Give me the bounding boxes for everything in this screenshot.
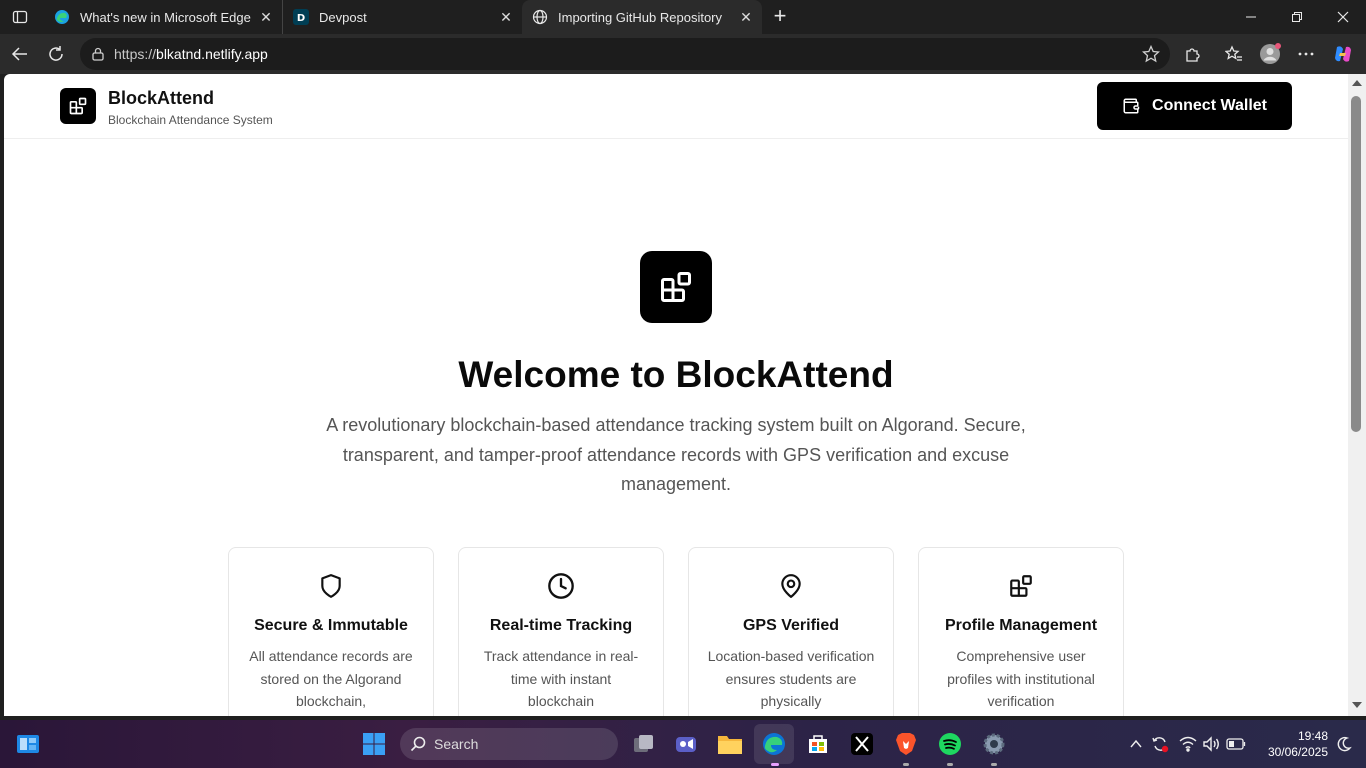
- svg-text:D: D: [297, 13, 305, 24]
- volume-icon[interactable]: [1201, 734, 1221, 754]
- tab-title: Devpost: [319, 9, 367, 25]
- feature-description: Comprehensive user profiles with institu…: [947, 648, 1095, 709]
- wallet-icon: [1122, 97, 1140, 115]
- browser-tab-active[interactable]: Importing GitHub Repository ✕: [522, 0, 762, 34]
- clock-time: 19:48: [1297, 729, 1328, 743]
- blocks-icon: [1007, 572, 1035, 600]
- active-indicator: [771, 763, 779, 766]
- hero-description: A revolutionary blockchain-based attenda…: [326, 415, 1026, 494]
- tab-title: What's new in Microsoft Edge: [80, 9, 251, 25]
- close-tab-icon[interactable]: ✕: [736, 7, 756, 27]
- more-options-icon[interactable]: [1294, 42, 1318, 66]
- minimize-icon[interactable]: [1228, 0, 1274, 34]
- feature-title: Real-time Tracking: [489, 617, 633, 634]
- running-indicator: [991, 763, 997, 766]
- widgets-icon[interactable]: [14, 730, 42, 758]
- feature-description: Track attendance in real-time with insta…: [483, 648, 639, 709]
- devpost-icon: D: [293, 9, 309, 25]
- microsoft-store-icon[interactable]: [804, 730, 832, 758]
- spotify-icon[interactable]: [936, 730, 964, 758]
- browser-toolbar: https://blkatnd.netlify.app: [0, 34, 1366, 74]
- brand-name[interactable]: BlockAttend: [108, 88, 214, 109]
- wifi-icon[interactable]: [1178, 734, 1198, 754]
- task-view-icon[interactable]: [629, 730, 657, 758]
- connect-wallet-label: Connect Wallet: [1152, 97, 1267, 114]
- scroll-up-icon[interactable]: [1352, 80, 1362, 86]
- restore-icon[interactable]: [1274, 0, 1320, 34]
- windows-taskbar: Search 19:48 30/06/2025: [0, 720, 1366, 768]
- show-hidden-icons-chevron-icon[interactable]: [1126, 734, 1146, 754]
- site-info-icon[interactable]: [90, 46, 106, 62]
- copilot-icon[interactable]: [1331, 42, 1355, 66]
- browser-tabstrip: What's new in Microsoft Edge ✕ D Devpost…: [0, 0, 1366, 34]
- meet-video-icon[interactable]: [672, 730, 700, 758]
- feature-title: Profile Management: [944, 617, 1098, 634]
- search-label: Search: [434, 736, 479, 752]
- x-twitter-icon[interactable]: [848, 730, 876, 758]
- scrollbar-thumb[interactable]: [1351, 96, 1361, 432]
- feature-description: Location-based verification ensures stud…: [707, 648, 875, 709]
- running-indicator: [903, 763, 909, 766]
- tab-title: Importing GitHub Repository: [558, 9, 723, 25]
- taskbar-search-input[interactable]: Search: [400, 728, 618, 760]
- feature-card-tracking: Real-time Tracking Track attendance in r…: [458, 547, 664, 716]
- extensions-icon[interactable]: [1181, 42, 1205, 66]
- feature-card-gps: GPS Verified Location-based verification…: [688, 547, 894, 716]
- hero-blocks-icon: [640, 251, 712, 323]
- page-scrollbar[interactable]: [1348, 74, 1366, 716]
- clock-icon: [547, 572, 575, 600]
- page-viewport: BlockAttend Blockchain Attendance System…: [4, 74, 1348, 716]
- feature-card-secure: Secure & Immutable All attendance record…: [228, 547, 434, 716]
- feature-title: Secure & Immutable: [254, 617, 408, 634]
- scroll-down-icon[interactable]: [1352, 702, 1362, 708]
- url-text: https://blkatnd.netlify.app: [114, 46, 268, 62]
- globe-icon: [532, 9, 548, 25]
- shield-icon: [317, 572, 345, 600]
- brave-browser-icon[interactable]: [892, 730, 920, 758]
- edge-icon: [54, 9, 70, 25]
- file-explorer-icon[interactable]: [716, 730, 744, 758]
- sync-alert-icon[interactable]: [1150, 734, 1170, 754]
- address-bar[interactable]: https://blkatnd.netlify.app: [80, 38, 1170, 70]
- connect-wallet-button[interactable]: Connect Wallet: [1097, 82, 1292, 130]
- close-window-icon[interactable]: [1320, 0, 1366, 34]
- new-tab-icon[interactable]: +: [768, 5, 792, 29]
- start-windows-icon[interactable]: [360, 730, 388, 758]
- map-pin-icon: [777, 572, 805, 600]
- battery-icon[interactable]: [1226, 734, 1246, 754]
- favorites-icon[interactable]: [1222, 42, 1246, 66]
- browser-tab-devpost[interactable]: D Devpost ✕: [282, 0, 522, 34]
- site-header: BlockAttend Blockchain Attendance System…: [4, 74, 1348, 139]
- close-tab-icon[interactable]: ✕: [256, 7, 276, 27]
- blockattend-logo-icon[interactable]: [60, 88, 96, 124]
- refresh-icon[interactable]: [44, 42, 68, 66]
- feature-title: GPS Verified: [742, 617, 840, 634]
- favorite-star-icon[interactable]: [1141, 44, 1161, 63]
- clock-date: 30/06/2025: [1267, 745, 1328, 759]
- tab-actions-icon[interactable]: [8, 5, 32, 29]
- feature-card-profile: Profile Management Comprehensive user pr…: [918, 547, 1124, 716]
- notification-moon-icon[interactable]: [1334, 734, 1354, 754]
- hero-title: Welcome to BlockAttend: [458, 354, 894, 395]
- close-tab-icon[interactable]: ✕: [496, 7, 516, 27]
- back-arrow-icon[interactable]: [8, 42, 32, 66]
- edge-icon[interactable]: [760, 730, 788, 758]
- taskbar-clock[interactable]: 19:48 30/06/2025: [1252, 728, 1328, 760]
- running-indicator: [947, 763, 953, 766]
- profile-avatar-icon[interactable]: [1258, 42, 1282, 66]
- search-icon: [410, 736, 426, 752]
- feature-description: All attendance records are stored on the…: [249, 648, 413, 709]
- browser-tab-edge-news[interactable]: What's new in Microsoft Edge ✕: [44, 0, 282, 34]
- brand-subtitle: Blockchain Attendance System: [108, 113, 273, 127]
- settings-gear-icon[interactable]: [980, 730, 1008, 758]
